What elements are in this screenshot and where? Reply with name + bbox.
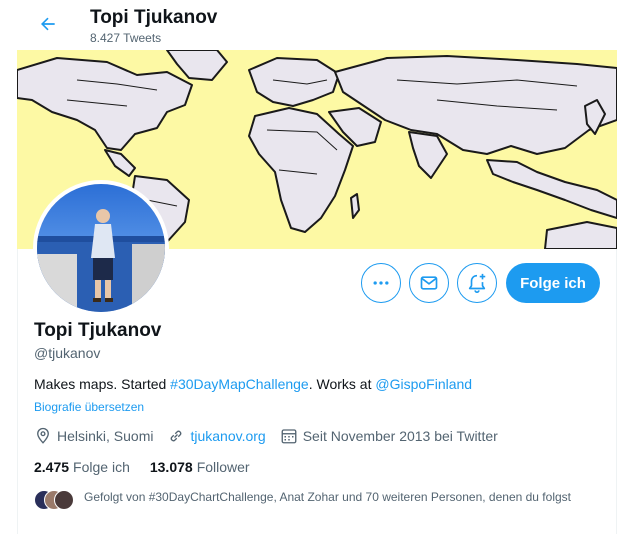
- arrow-left-icon: [41, 17, 55, 31]
- header-title: Topi Tjukanov: [90, 7, 218, 28]
- more-dots-icon: [373, 281, 389, 285]
- profile-meta: Helsinki, Suomi tjukanov.org Seit Novemb…: [34, 426, 512, 446]
- following-count: 2.475: [34, 459, 70, 475]
- followed-by-avatars: [34, 490, 80, 510]
- envelope-icon: [420, 276, 438, 290]
- location-pin-icon: [37, 427, 49, 444]
- bio-mention-link[interactable]: @GispoFinland: [375, 376, 472, 392]
- profile-header-bar: Topi Tjukanov 8.427 Tweets: [17, 0, 617, 50]
- bio-hashtag-link[interactable]: #30DayMapChallenge: [170, 376, 309, 392]
- follow-counts: 2.475 Folge ich 13.078 Follower: [34, 459, 270, 475]
- back-button[interactable]: [35, 11, 61, 37]
- bio-text-middle: . Works at: [308, 376, 376, 392]
- avatar-photo: [37, 184, 165, 312]
- calendar-icon: [281, 429, 297, 444]
- bio-text-start: Makes maps. Started: [34, 376, 171, 392]
- tweet-count: 8.427 Tweets: [90, 31, 162, 45]
- location-item: Helsinki, Suomi: [34, 427, 153, 445]
- followed-by-section[interactable]: Gefolgt von #30DayChartChallenge, Anat Z…: [34, 489, 594, 510]
- notifications-button[interactable]: [457, 263, 497, 303]
- followers-count-link[interactable]: 13.078 Follower: [150, 459, 250, 475]
- joined-item: Seit November 2013 bei Twitter: [280, 427, 498, 445]
- website-item: tjukanov.org: [167, 427, 266, 445]
- avatar[interactable]: [33, 180, 169, 316]
- more-button[interactable]: [361, 263, 401, 303]
- website-link[interactable]: tjukanov.org: [190, 428, 265, 444]
- joined-text: Seit November 2013 bei Twitter: [302, 428, 498, 444]
- followers-count: 13.078: [149, 459, 193, 475]
- following-count-link[interactable]: 2.475 Folge ich: [34, 459, 130, 475]
- location-text: Helsinki, Suomi: [57, 428, 154, 444]
- followed-by-text[interactable]: Gefolgt von #30DayChartChallenge, Anat Z…: [84, 489, 584, 510]
- following-button[interactable]: Folge ich: [506, 263, 600, 303]
- translate-bio-link[interactable]: Biografie übersetzen: [34, 400, 144, 414]
- profile-handle: @tjukanov: [34, 345, 101, 361]
- profile-bio: Makes maps. Started #30DayMapChallenge. …: [34, 376, 472, 392]
- message-button[interactable]: [409, 263, 449, 303]
- following-label: Folge ich: [73, 459, 130, 475]
- followers-label: Follower: [196, 459, 250, 475]
- link-icon: [171, 430, 182, 442]
- mutual-avatar: [54, 490, 74, 510]
- profile-name: Topi Tjukanov: [34, 320, 162, 341]
- bell-plus-icon: [468, 273, 486, 293]
